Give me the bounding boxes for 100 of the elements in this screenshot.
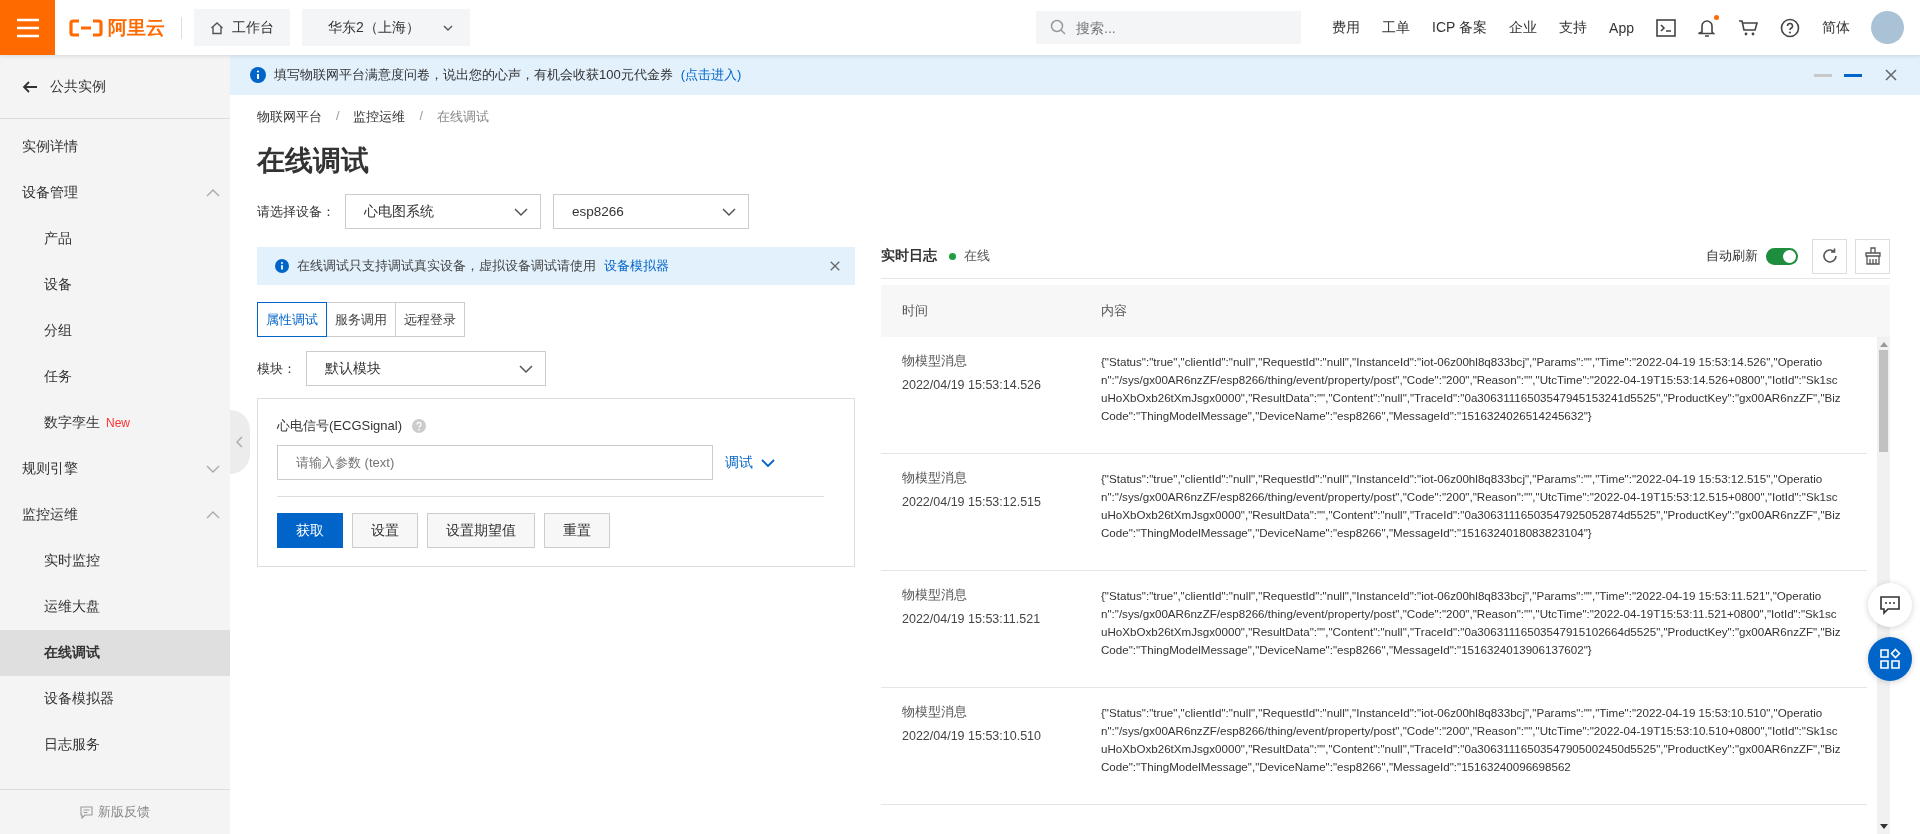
- sidebar-item[interactable]: 实例详情: [0, 124, 230, 170]
- sidebar-subitem[interactable]: 日志服务: [0, 722, 230, 768]
- top-nav-link[interactable]: ICP 备案: [1432, 18, 1488, 37]
- home-icon: [210, 20, 224, 35]
- menu-button[interactable]: [0, 0, 55, 55]
- info-icon: [250, 67, 266, 83]
- action-button[interactable]: 重置: [544, 513, 610, 548]
- sidebar-subitem-label: 实时监控: [44, 552, 100, 570]
- action-button[interactable]: 设置期望值: [427, 513, 535, 548]
- log-title: 实时日志: [881, 247, 937, 265]
- clear-button[interactable]: [1855, 238, 1890, 274]
- page-title: 在线调试: [257, 144, 369, 178]
- chevron-down-icon: [722, 206, 736, 217]
- language-link[interactable]: 简体: [1822, 18, 1850, 37]
- top-nav-link[interactable]: App: [1609, 19, 1634, 36]
- auto-refresh-switch[interactable]: [1766, 247, 1798, 265]
- sidebar-subitem-label: 在线调试: [44, 644, 100, 662]
- sidebar-subitem[interactable]: 任务: [0, 354, 230, 400]
- top-nav-link[interactable]: 企业: [1509, 18, 1538, 37]
- device-label: 请选择设备：: [257, 202, 335, 221]
- message-time: 2022/04/19 15:53:11.521: [902, 612, 1042, 626]
- search-field[interactable]: 搜索...: [1036, 11, 1302, 44]
- sidebar-subitem-label: 日志服务: [44, 736, 100, 754]
- chevron-down-icon: [206, 464, 220, 474]
- message-content: {"Status":"true","clientId":"null","RequestId":"null","InstanceId":"iot-06z00hl8q833bcj","Params":"","Time":"2022-04-19 15:53:10.510","Operation":"/sys/gx00AR6nzZF/esp8266/thing/event/property/post","Code":"200","Reason":"","UtcTime":"2022-04-19T15:53:10.510+0800","IotId":"Sk1scuHoXbOxb26tXmJsgx0000","ResultData":"","Content":"null","TraceId":"0a30631116503547905002450d5525","ProductKey":"gx00AR6nzZF","BizCode":"ThingModelMessage","DeviceName":"esp8266","MessageId":"15163240096698562: [1101, 705, 1842, 775]
- refresh-button[interactable]: [1812, 238, 1847, 274]
- sidebar-subitem[interactable]: 分组: [0, 308, 230, 354]
- product-select[interactable]: 心电图系统: [345, 194, 541, 229]
- cart-button[interactable]: [1738, 18, 1758, 37]
- feedback-label: 新版反馈: [98, 803, 150, 821]
- sidebar-subitem[interactable]: 实时监控: [0, 538, 230, 584]
- sidebar-subitem-label: 数字孪生: [44, 414, 100, 432]
- alert-text: 在线调试只支持调试真实设备，虚拟设备调试请使用: [297, 257, 596, 275]
- module-select[interactable]: 默认模块: [306, 351, 546, 386]
- sidebar-subitem-label: 任务: [44, 368, 72, 386]
- sidebar-item[interactable]: 规则引擎: [0, 446, 230, 492]
- sidebar-subitem[interactable]: 在线调试: [0, 630, 230, 676]
- sidebar-subitem[interactable]: 数字孪生 New: [0, 400, 230, 446]
- action-button[interactable]: 获取: [277, 513, 343, 548]
- apps-button[interactable]: [1868, 637, 1912, 681]
- breadcrumb-link[interactable]: 物联网平台: [257, 109, 322, 126]
- message-type: 物模型消息: [902, 587, 968, 604]
- tab[interactable]: 服务调用: [326, 302, 396, 337]
- breadcrumb-link[interactable]: 监控运维: [353, 109, 406, 126]
- action-button[interactable]: 设置: [352, 513, 418, 548]
- top-nav-link[interactable]: 费用: [1332, 18, 1361, 37]
- sidebar-subitem[interactable]: 运维大盘: [0, 584, 230, 630]
- sidebar-subitem-label: 分组: [44, 322, 72, 340]
- bell-icon: [1698, 17, 1716, 38]
- search-icon: [1050, 19, 1067, 35]
- pager-dash[interactable]: [1844, 73, 1862, 77]
- broom-icon: [1863, 247, 1882, 265]
- help-icon: [1780, 17, 1800, 38]
- breadcrumb-link[interactable]: 在线调试: [436, 109, 489, 126]
- message-type: 物模型消息: [902, 704, 968, 721]
- survey-link[interactable]: (点击进入): [680, 66, 742, 84]
- message-type: 物模型消息: [902, 353, 968, 370]
- comment-icon: [80, 805, 93, 819]
- chat-button[interactable]: [1868, 583, 1912, 627]
- new-label: New: [106, 416, 130, 430]
- chevron-down-icon: [514, 206, 528, 217]
- close-icon[interactable]: [1884, 68, 1898, 82]
- sidebar-item[interactable]: 监控运维: [0, 492, 230, 538]
- message-time: 2022/04/19 15:53:10.510: [902, 729, 1043, 743]
- close-icon[interactable]: [829, 260, 841, 272]
- scrollbar-thumb[interactable]: [1879, 350, 1888, 452]
- sidebar-subitem-label: 设备: [44, 276, 72, 294]
- chevron-down-icon: [519, 363, 533, 374]
- top-nav-link[interactable]: 工单: [1382, 18, 1411, 37]
- tab[interactable]: 远程登录: [395, 302, 465, 337]
- chevron-left-icon: [236, 436, 244, 448]
- tab[interactable]: 属性调试: [257, 302, 327, 337]
- scroll-down-icon[interactable]: [1879, 824, 1888, 830]
- column-header: 内容: [1101, 302, 1128, 320]
- debug-dropdown[interactable]: 调试: [725, 453, 775, 472]
- module-label: 模块：: [257, 359, 296, 378]
- region-selector[interactable]: 华东2（上海）: [302, 9, 470, 46]
- notice-text: 填写物联网平台满意度问卷，说出您的心声，有机会收获100元代金券: [274, 66, 673, 84]
- message-content: {"Status":"true","clientId":"null","RequestId":"null","InstanceId":"iot-06z00hl8q833bcj","Params":"","Time":"2022-04-19 15:53:12.515","Operation":"/sys/gx00AR6nzZF/esp8266/thing/event/property/post","Code":"200","Reason":"","UtcTime":"2022-04-19T15:53:12.515+0800","IotId":"Sk1scuHoXbOxb26tXmJsgx0000","ResultData":"","Content":"null","TraceId":"0a30631116503547925052874d5525","ProductKey":"gx00AR6nzZF","BizCode":"ThingModelMessage","DeviceName":"esp8266","MessageId":"1516324018083823104"}: [1101, 471, 1842, 541]
- info-icon: [275, 259, 289, 273]
- chat-icon: [1879, 595, 1901, 615]
- top-nav-link[interactable]: 支持: [1559, 18, 1588, 37]
- message-time: 2022/04/19 15:53:14.526: [902, 378, 1043, 392]
- terminal-button[interactable]: [1656, 18, 1676, 37]
- collapse-handle[interactable]: [230, 410, 250, 474]
- workbench-button[interactable]: 工作台: [194, 9, 290, 46]
- simulator-link[interactable]: 设备模拟器: [604, 257, 669, 275]
- chevron-up-icon: [206, 510, 220, 520]
- sidebar-item[interactable]: 设备管理: [0, 170, 230, 216]
- notification-button[interactable]: [1698, 17, 1716, 38]
- device-select[interactable]: esp8266: [553, 194, 749, 229]
- refresh-icon: [1820, 247, 1839, 265]
- sidebar-subitem[interactable]: 设备模拟器: [0, 676, 230, 722]
- message-content: {"Status":"true","clientId":"null","RequestId":"null","InstanceId":"iot-06z00hl8q833bcj","Params":"","Time":"2022-04-19 15:53:11.521","Operation":"/sys/gx00AR6nzZF/esp8266/thing/event/property/post","Code":"200","Reason":"","UtcTime":"2022-04-19T15:53:11.521+0800","IotId":"Sk1scuHoXbOxb26tXmJsgx0000","ResultData":"","Content":"null","TraceId":"0a30631116503547915102664d5525","ProductKey":"gx00AR6nzZF","BizCode":"ThingModelMessage","DeviceName":"esp8266","MessageId":"1516324013906137602"}: [1101, 588, 1842, 658]
- sidebar-subitem[interactable]: 产品: [0, 216, 230, 262]
- help-button[interactable]: [1780, 17, 1800, 38]
- parameter-input[interactable]: 请输入参数 (text): [277, 445, 713, 480]
- cart-icon: [1738, 18, 1758, 37]
- sidebar-subitem[interactable]: 设备: [0, 262, 230, 308]
- logo-icon: [69, 18, 103, 37]
